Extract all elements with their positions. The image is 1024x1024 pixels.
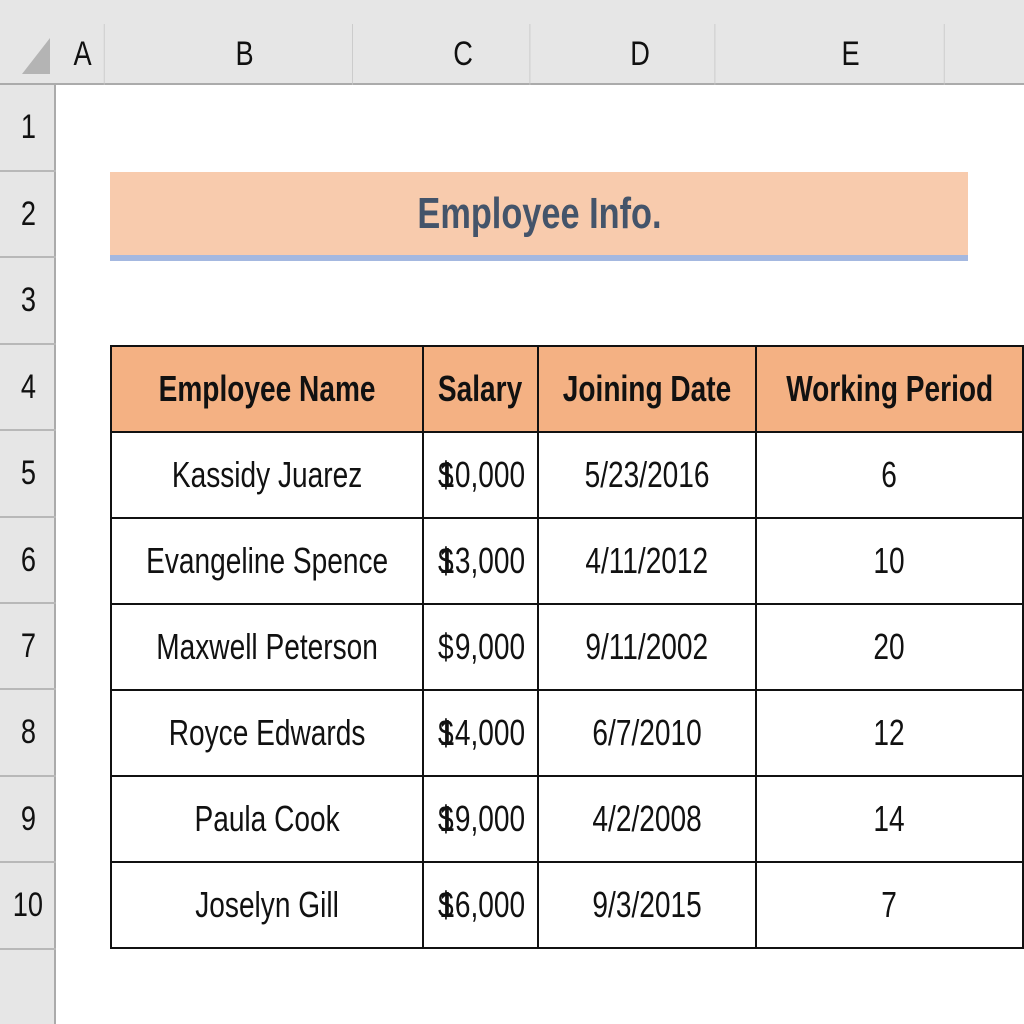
row-header-2[interactable]: 2 — [0, 172, 56, 258]
salary-amount: 16,000 — [438, 884, 525, 925]
employee-name: Paula Cook — [194, 798, 340, 839]
employee-name-cell[interactable]: Kassidy Juarez — [109, 431, 425, 519]
employee-name: Maxwell Peterson — [156, 626, 378, 667]
table-row: Joselyn Gill $ 16,000 9/3/2015 7 — [109, 861, 1024, 949]
joining-date: 4/2/2008 — [591, 798, 702, 839]
row-header-7[interactable]: 7 — [0, 604, 56, 690]
employee-name-cell[interactable]: Paula Cook — [109, 775, 425, 863]
title-cell[interactable]: Employee Info. — [110, 172, 968, 255]
currency-symbol: $ — [438, 626, 454, 667]
salary-cell[interactable]: $ 16,000 — [422, 861, 539, 949]
column-header-e[interactable]: E — [757, 24, 945, 85]
joining-date: 6/7/2010 — [591, 712, 702, 753]
working-period-cell[interactable]: 7 — [754, 861, 1024, 949]
working-period: 20 — [873, 626, 905, 667]
column-header-d[interactable]: D — [566, 24, 716, 85]
row-header-5[interactable]: 5 — [0, 431, 56, 518]
row-header-4[interactable]: 4 — [0, 345, 56, 431]
table-header-row: Employee Name Salary Joining Date Workin… — [109, 345, 1024, 433]
working-period: 6 — [881, 454, 898, 495]
joining-date: 4/11/2012 — [585, 540, 709, 581]
column-header-f[interactable] — [974, 24, 1019, 85]
row-header-8[interactable]: 8 — [0, 690, 56, 777]
employee-table: Employee Name Salary Joining Date Workin… — [109, 345, 1024, 949]
row-header-9[interactable]: 9 — [0, 777, 56, 863]
title-underline — [110, 255, 968, 261]
salary-cell[interactable]: $ 14,000 — [422, 689, 539, 777]
employee-name-cell[interactable]: Maxwell Peterson — [109, 603, 425, 691]
header-employee-name[interactable]: Employee Name — [109, 345, 425, 433]
employee-name-cell[interactable]: Evangeline Spence — [109, 517, 425, 605]
table-row: Paula Cook $ 19,000 4/2/2008 14 — [109, 775, 1024, 863]
joining-date-cell[interactable]: 9/3/2015 — [536, 861, 757, 949]
employee-name-cell[interactable]: Royce Edwards — [109, 689, 425, 777]
row-header-6[interactable]: 6 — [0, 518, 56, 604]
table-row: Maxwell Peterson $ 9,000 9/11/2002 20 — [109, 603, 1024, 691]
working-period: 14 — [873, 798, 905, 839]
salary-amount: 19,000 — [438, 798, 525, 839]
row-header-3[interactable]: 3 — [0, 258, 56, 345]
table-row: Royce Edwards $ 14,000 6/7/2010 12 — [109, 689, 1024, 777]
table-row: Kassidy Juarez $ 10,000 5/23/2016 6 — [109, 431, 1024, 519]
salary-cell[interactable]: $ 10,000 — [422, 431, 539, 519]
salary-amount: 9,000 — [454, 626, 525, 667]
employee-name: Kassidy Juarez — [171, 454, 363, 495]
employee-name-cell[interactable]: Joselyn Gill — [109, 861, 425, 949]
header-salary[interactable]: Salary — [422, 345, 539, 433]
employee-name: Evangeline Spence — [146, 540, 389, 581]
row-header-10[interactable]: 10 — [0, 863, 56, 950]
joining-date-cell[interactable]: 9/11/2002 — [536, 603, 757, 691]
working-period: 12 — [873, 712, 905, 753]
salary-cell[interactable]: $ 9,000 — [422, 603, 539, 691]
working-period-cell[interactable]: 6 — [754, 431, 1024, 519]
title-text: Employee Info. — [416, 188, 662, 238]
working-period-cell[interactable]: 10 — [754, 517, 1024, 605]
salary-cell[interactable]: $ 19,000 — [422, 775, 539, 863]
joining-date-cell[interactable]: 4/11/2012 — [536, 517, 757, 605]
working-period-cell[interactable]: 20 — [754, 603, 1024, 691]
joining-date-cell[interactable]: 4/2/2008 — [536, 775, 757, 863]
header-working-period[interactable]: Working Period — [754, 345, 1024, 433]
column-header-b[interactable]: B — [137, 24, 353, 85]
salary-amount: 14,000 — [438, 712, 525, 753]
working-period-cell[interactable]: 12 — [754, 689, 1024, 777]
joining-date-cell[interactable]: 6/7/2010 — [536, 689, 757, 777]
row-header-1[interactable]: 1 — [0, 85, 56, 172]
joining-date-cell[interactable]: 5/23/2016 — [536, 431, 757, 519]
working-period: 7 — [881, 884, 898, 925]
joining-date: 5/23/2016 — [584, 454, 710, 495]
joining-date: 9/3/2015 — [591, 884, 702, 925]
select-all-corner-icon[interactable] — [22, 38, 50, 74]
salary-cell[interactable]: $ 13,000 — [422, 517, 539, 605]
working-period-cell[interactable]: 14 — [754, 775, 1024, 863]
joining-date: 9/11/2002 — [585, 626, 709, 667]
working-period: 10 — [873, 540, 905, 581]
employee-name: Joselyn Gill — [195, 884, 339, 925]
employee-name: Royce Edwards — [168, 712, 366, 753]
header-joining-date[interactable]: Joining Date — [536, 345, 757, 433]
salary-amount: 10,000 — [438, 454, 525, 495]
column-header-c[interactable]: C — [397, 24, 531, 85]
column-header-a[interactable]: A — [61, 24, 105, 85]
salary-amount: 13,000 — [438, 540, 525, 581]
table-row: Evangeline Spence $ 13,000 4/11/2012 10 — [109, 517, 1024, 605]
